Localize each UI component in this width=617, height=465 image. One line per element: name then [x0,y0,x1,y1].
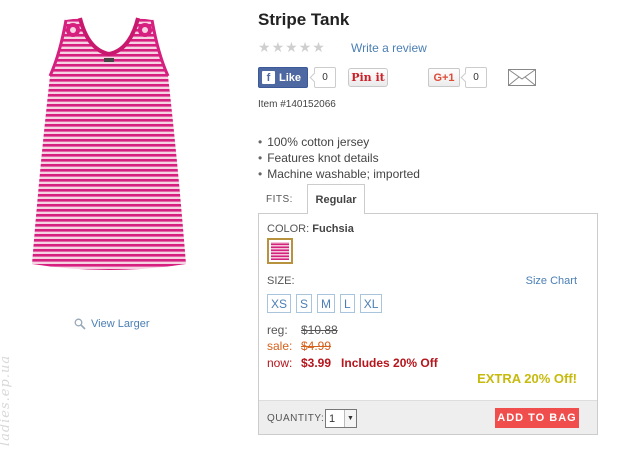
item-number: Item #140152066 [258,99,336,110]
size-button-xl[interactable]: XL [359,294,383,313]
add-to-bag-button[interactable]: ADD TO BAG [495,408,579,428]
google-plus-button[interactable]: G+1 [428,68,460,87]
extra-discount-badge: EXTRA 20% Off! [477,371,577,386]
chevron-down-icon: ▼ [344,410,356,427]
facebook-like-count: 0 [314,67,336,88]
google-plus-count: 0 [465,67,487,88]
star-icon: ★ [285,39,298,55]
regular-price: reg: $10.88 [267,323,338,337]
facebook-like-label: Like [279,71,302,84]
tab-regular[interactable]: Regular [307,184,365,214]
feature-item: Machine washable; imported [258,166,420,182]
star-rating: ★ ★ ★ ★ ★ [258,40,325,54]
view-larger-label: View Larger [91,318,150,330]
sale-price: sale: $4.99 [267,339,332,353]
current-price: now: $3.99 Includes 20% Off [267,356,438,370]
pinterest-button[interactable]: Pin it [348,68,388,87]
feature-item: Features knot details [258,150,420,166]
product-title: Stripe Tank [258,10,350,29]
size-chart-link[interactable]: Size Chart [526,275,577,287]
purchase-options-panel: COLOR: Fuchsia SIZE: Size Chart XS S M L… [258,213,598,435]
size-button-l[interactable]: L [340,294,355,313]
color-swatch-fuchsia[interactable] [267,238,293,264]
feature-item: 100% cotton jersey [258,134,420,150]
size-button-xs[interactable]: XS [267,294,292,313]
star-icon: ★ [271,39,285,55]
quantity-bar: QUANTITY: 1 ▼ ADD TO BAG [259,400,597,434]
star-icon: ★ [258,39,271,55]
fits-label: FITS: [266,194,293,205]
quantity-label: QUANTITY: [267,413,325,424]
color-value: Fuchsia [312,223,354,235]
color-label: COLOR: Fuchsia [267,223,354,235]
envelope-icon[interactable] [508,69,536,86]
view-larger-link[interactable]: View Larger [74,318,150,330]
size-button-s[interactable]: S [296,294,313,313]
social-share-bar: f Like 0 Pin it G+1 0 [258,67,588,89]
write-review-link[interactable]: Write a review [351,41,427,55]
product-image[interactable] [28,14,190,274]
quantity-select[interactable]: 1 ▼ [325,409,357,428]
size-button-m[interactable]: M [317,294,336,313]
star-icon: ★ [298,39,312,55]
star-icon: ★ [312,39,325,55]
facebook-icon: f [262,71,275,84]
watermark: ladies.ep.ua [0,354,14,447]
size-label: SIZE: [267,275,295,287]
promo-text: Includes 20% Off [341,356,438,370]
feature-list: 100% cotton jersey Features knot details… [258,134,420,182]
facebook-like-button[interactable]: f Like [258,67,308,88]
magnifier-icon [74,318,86,330]
size-selector: XS S M L XL [267,294,383,313]
